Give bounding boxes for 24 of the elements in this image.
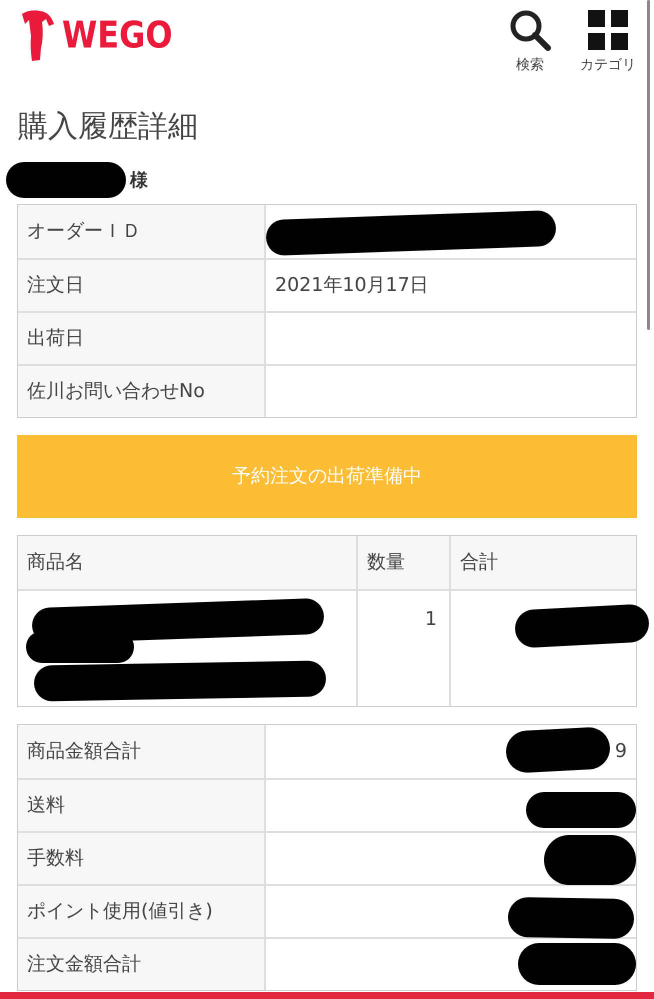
row-label: 商品金額合計 bbox=[18, 725, 266, 778]
search-button[interactable]: 検索 bbox=[508, 8, 552, 72]
page-title: 購入履歴詳細 bbox=[17, 112, 199, 142]
search-icon bbox=[508, 8, 552, 52]
customer-name-suffix: 様 bbox=[130, 168, 148, 192]
category-button[interactable]: カテゴリ bbox=[580, 8, 636, 72]
row-label: ポイント使用(値引き) bbox=[18, 886, 266, 937]
row-label: 注文金額合計 bbox=[18, 939, 266, 990]
column-header: 商品名 bbox=[18, 536, 358, 589]
quantity-value: 1 bbox=[424, 607, 437, 632]
row-label: 手数料 bbox=[18, 833, 266, 884]
runner-logo-icon bbox=[20, 8, 56, 62]
row-value: 9 bbox=[614, 739, 627, 764]
row-label: 出荷日 bbox=[18, 313, 266, 364]
row-label: 送料 bbox=[18, 780, 266, 831]
brand-logo[interactable]: WEGO bbox=[62, 16, 173, 54]
grid-icon bbox=[586, 8, 630, 52]
row-label: 注文日 bbox=[18, 260, 266, 311]
row-value: 2021年10月17日 bbox=[275, 273, 429, 298]
column-header: 合計 bbox=[459, 550, 499, 576]
row-label: 佐川お問い合わせNo bbox=[18, 366, 266, 417]
column-header: 数量 bbox=[358, 536, 451, 589]
row-label: オーダーＩＤ bbox=[18, 205, 266, 258]
scrollbar-thumb[interactable] bbox=[647, 0, 650, 330]
